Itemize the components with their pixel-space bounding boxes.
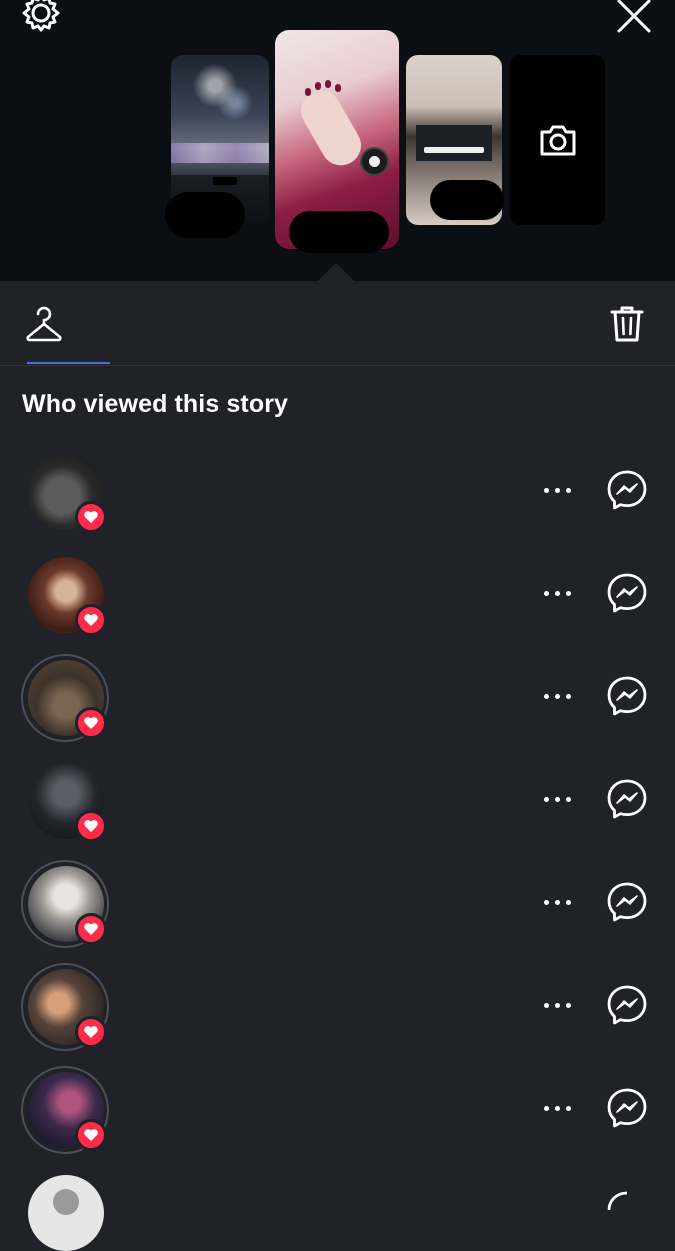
messenger-icon[interactable] bbox=[606, 984, 648, 1026]
dot bbox=[566, 900, 571, 905]
story-toolbar bbox=[0, 281, 675, 366]
hand-image bbox=[293, 83, 369, 173]
heart-icon bbox=[75, 604, 107, 636]
dot bbox=[544, 488, 549, 493]
dot bbox=[544, 1106, 549, 1111]
more-options-button[interactable] bbox=[541, 1003, 575, 1013]
messenger-icon[interactable] bbox=[606, 572, 648, 614]
more-options-button[interactable] bbox=[541, 488, 575, 498]
redaction-mark bbox=[165, 192, 245, 238]
dot bbox=[566, 797, 571, 802]
dot bbox=[566, 1106, 571, 1111]
dot bbox=[566, 488, 571, 493]
heart-icon bbox=[75, 501, 107, 533]
hanger-icon[interactable] bbox=[24, 305, 64, 345]
story-sticker bbox=[213, 177, 237, 185]
messenger-icon[interactable] bbox=[606, 1190, 648, 1232]
heart-icon bbox=[75, 1016, 107, 1048]
dot bbox=[555, 797, 560, 802]
more-options-button[interactable] bbox=[541, 900, 575, 910]
messenger-icon[interactable] bbox=[606, 778, 648, 820]
dot bbox=[555, 900, 560, 905]
dot bbox=[555, 694, 560, 699]
camera-icon[interactable] bbox=[536, 118, 580, 162]
dot bbox=[544, 797, 549, 802]
more-options-button[interactable] bbox=[541, 694, 575, 704]
redaction-mark bbox=[289, 211, 389, 253]
heart-icon bbox=[75, 810, 107, 842]
close-icon[interactable] bbox=[612, 0, 654, 36]
dot bbox=[566, 1003, 571, 1008]
selected-story-pointer bbox=[318, 263, 354, 281]
dot bbox=[544, 1003, 549, 1008]
dot bbox=[544, 900, 549, 905]
gear-icon[interactable] bbox=[20, 0, 62, 34]
messenger-icon[interactable] bbox=[606, 469, 648, 511]
more-options-button[interactable] bbox=[541, 591, 575, 601]
more-options-button[interactable] bbox=[541, 1106, 575, 1116]
heart-icon bbox=[75, 913, 107, 945]
heart-icon bbox=[75, 1119, 107, 1151]
active-tab-indicator bbox=[27, 362, 110, 364]
nail bbox=[335, 84, 341, 92]
messenger-icon[interactable] bbox=[606, 881, 648, 923]
city-lights bbox=[171, 143, 269, 163]
nail bbox=[305, 88, 311, 96]
dot bbox=[555, 1106, 560, 1111]
dot bbox=[555, 591, 560, 596]
dot bbox=[555, 1003, 560, 1008]
messenger-icon[interactable] bbox=[606, 1087, 648, 1129]
room-window bbox=[416, 125, 492, 161]
trash-icon[interactable] bbox=[606, 303, 648, 345]
dot bbox=[555, 488, 560, 493]
story-caption bbox=[424, 147, 484, 153]
dot bbox=[566, 694, 571, 699]
more-options-button[interactable] bbox=[541, 797, 575, 807]
dot bbox=[544, 694, 549, 699]
dot bbox=[566, 591, 571, 596]
redaction-mark bbox=[430, 180, 504, 220]
dot bbox=[544, 591, 549, 596]
nail bbox=[315, 82, 321, 90]
music-badge-icon bbox=[360, 147, 389, 176]
nail bbox=[325, 80, 331, 88]
heart-icon bbox=[75, 707, 107, 739]
default-avatar[interactable] bbox=[28, 1175, 104, 1251]
messenger-icon[interactable] bbox=[606, 675, 648, 717]
section-title: Who viewed this story bbox=[22, 390, 289, 418]
